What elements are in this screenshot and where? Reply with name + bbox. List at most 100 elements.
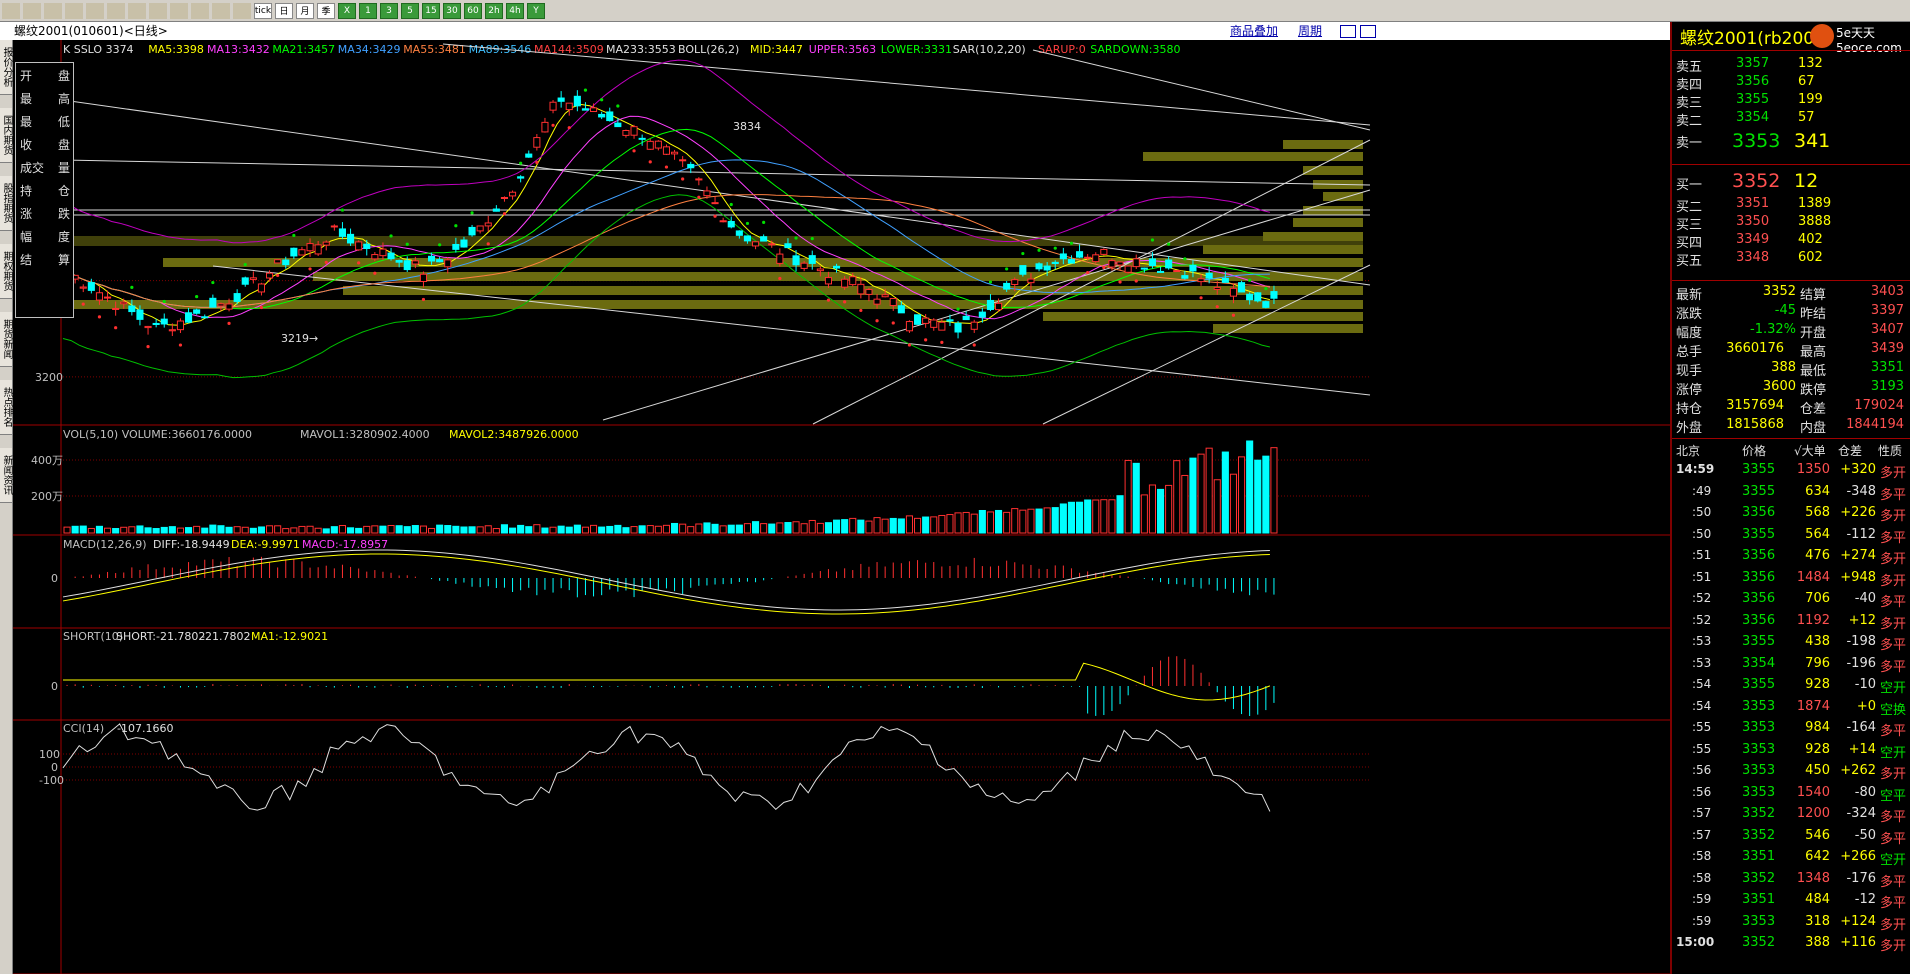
sar-dot — [1134, 279, 1138, 283]
volume-bar — [436, 524, 444, 534]
candle-body — [104, 296, 112, 299]
tick-price: 3355 — [1742, 483, 1776, 499]
candle-body — [217, 303, 225, 307]
volume-bar — [144, 527, 152, 534]
box-icon[interactable] — [65, 2, 83, 19]
60-min-icon[interactable]: 60 — [464, 2, 482, 19]
volume-bar — [95, 525, 104, 534]
pencil-icon[interactable] — [149, 2, 167, 19]
zoom-out-icon[interactable] — [107, 2, 125, 19]
trend-line — [1032, 49, 1371, 131]
left-tab-1[interactable]: 国内期货 — [0, 108, 12, 163]
stat-label: 最低 — [1800, 364, 1827, 379]
stat-value: 3403 — [1870, 284, 1904, 299]
arrow-left-icon[interactable] — [2, 2, 20, 19]
4h-icon[interactable]: 4h — [506, 2, 524, 19]
info-label: 成交 — [20, 161, 45, 175]
volume-bar — [889, 517, 897, 534]
volume-bar — [233, 526, 241, 534]
tick-time: :51 — [1692, 548, 1712, 562]
volume-bar — [1108, 499, 1116, 534]
left-tab-6[interactable]: 新闻资讯 — [0, 448, 12, 503]
left-tab-4[interactable]: 期货新闻 — [0, 312, 12, 367]
sar-dot — [810, 236, 814, 241]
line-chart-icon[interactable] — [233, 2, 251, 19]
volume-bar — [128, 526, 136, 534]
short-ma-line — [63, 662, 1271, 701]
sar-dot — [1167, 242, 1171, 246]
tick-nature: 多平 — [1880, 659, 1907, 675]
window-icon[interactable] — [128, 2, 146, 19]
3-min-icon[interactable]: 3 — [380, 2, 398, 19]
volume-bar — [525, 526, 533, 534]
overlay-commodity-link[interactable]: 商品叠加 — [1230, 22, 1278, 40]
kline-chart[interactable]: K SSLO 3374 MA5:3398 MA13:3432 MA21:3457 MA3… — [13, 40, 1670, 974]
year-icon[interactable]: Y — [527, 2, 545, 19]
funnel-icon[interactable] — [191, 2, 209, 19]
15-min-icon[interactable]: 15 — [422, 2, 440, 19]
zoom-in-icon[interactable] — [86, 2, 104, 19]
vol-mavol2: MAVOL2:3487926.0000 — [449, 428, 579, 441]
5-min-icon[interactable]: 5 — [401, 2, 419, 19]
ask-volume: 67 — [1798, 74, 1815, 89]
window-icon[interactable] — [1340, 25, 1356, 38]
day-icon[interactable]: 日 — [275, 2, 293, 19]
tick-time: 14:59 — [1676, 462, 1715, 476]
notebook-icon[interactable] — [44, 2, 62, 19]
tick-price: 3351 — [1742, 892, 1776, 907]
window-icon[interactable] — [1360, 25, 1376, 38]
ask-volume: 132 — [1798, 56, 1823, 71]
ask-price: 3354 — [1736, 110, 1770, 125]
tick-price: 3355 — [1742, 526, 1776, 542]
left-tab-3[interactable]: 期权期货 — [0, 244, 12, 299]
tick-volume: 450 — [1805, 763, 1830, 778]
tick-delta: +262 — [1840, 763, 1876, 778]
home-icon[interactable] — [23, 2, 41, 19]
2h-icon[interactable]: 2h — [485, 2, 503, 19]
cross-icon[interactable]: X — [338, 2, 356, 19]
tick-volume: 318 — [1805, 913, 1830, 929]
tick-delta: +320 — [1840, 462, 1876, 477]
volume-bar — [1067, 501, 1076, 534]
1-min-icon[interactable]: 1 — [359, 2, 377, 19]
volume-bar — [841, 519, 849, 534]
tick-header: 北京 — [1676, 444, 1701, 458]
stat-label: 总手 — [1676, 345, 1703, 360]
candle-body — [201, 316, 209, 319]
tick-volume: 796 — [1805, 655, 1830, 671]
tick-delta: +266 — [1840, 849, 1876, 864]
tick-delta: -324 — [1846, 806, 1876, 821]
volume-bar — [63, 526, 71, 534]
left-tab-0[interactable]: 报价分析 — [0, 40, 12, 95]
table-icon[interactable] — [212, 2, 230, 19]
ask-label: 卖二 — [1676, 114, 1703, 129]
candle-body — [128, 305, 136, 313]
bid-price: 3349 — [1736, 232, 1770, 247]
ask-price: 3357 — [1736, 56, 1770, 71]
candle-body — [160, 318, 168, 325]
left-tab-2[interactable]: 股指期货 — [0, 176, 12, 231]
info-label: 持 — [20, 184, 33, 198]
tick-icon[interactable]: tick — [254, 2, 272, 19]
left-tab-5[interactable]: 热点排名 — [0, 380, 12, 435]
30-min-icon[interactable]: 30 — [443, 2, 461, 19]
candle-body — [662, 146, 671, 155]
tick-nature: 多平 — [1880, 724, 1907, 739]
eraser-icon[interactable] — [170, 2, 188, 19]
week-icon[interactable]: 季 — [317, 2, 335, 19]
candle-body — [962, 315, 970, 321]
month-icon[interactable]: 月 — [296, 2, 314, 19]
sar-dot — [1037, 248, 1041, 252]
volume-bar — [87, 527, 95, 534]
sar-dot — [988, 280, 993, 284]
sar-dot — [1264, 287, 1268, 291]
sar-dot — [389, 234, 393, 238]
candle-body — [687, 163, 695, 169]
sar-dot — [292, 233, 296, 238]
info-label: 盘 — [57, 69, 70, 83]
volume-bar — [549, 526, 557, 534]
candle-body — [452, 243, 460, 250]
stat-value: 3407 — [1870, 322, 1904, 337]
period-link[interactable]: 周期 — [1298, 22, 1322, 40]
macd-diff: DIFF:-18.9449 — [153, 538, 230, 551]
